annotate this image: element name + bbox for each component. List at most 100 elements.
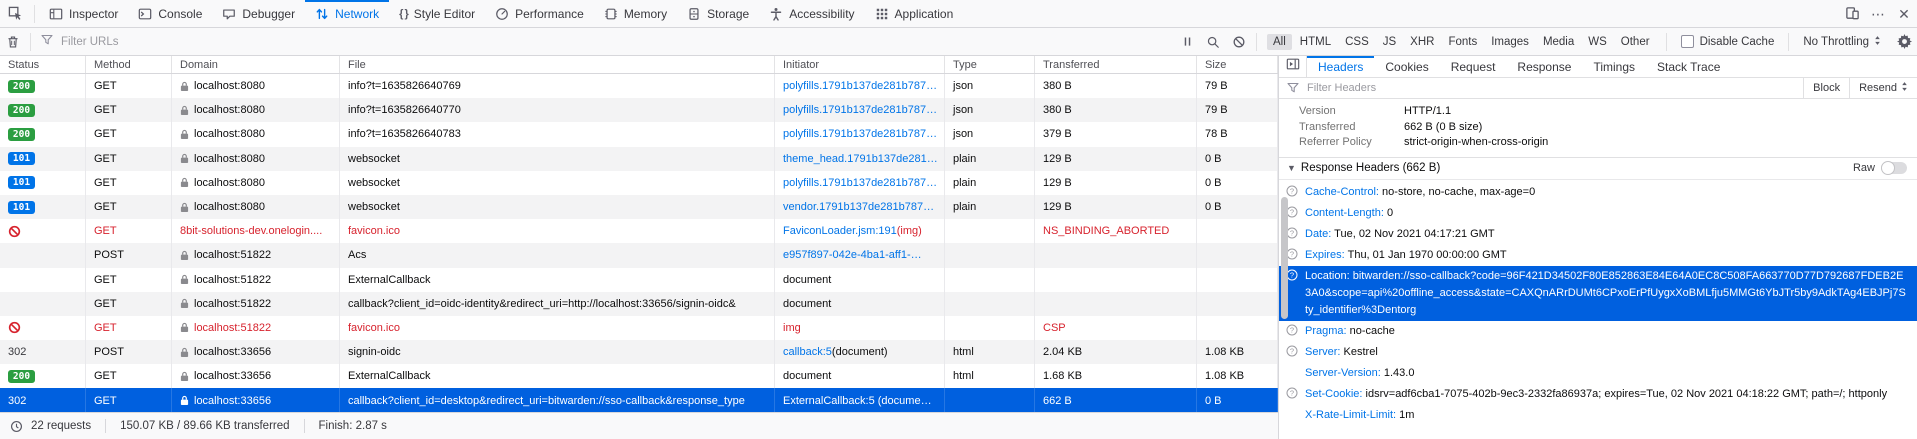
initiator-link[interactable]: theme_head.1791b137de281… bbox=[783, 153, 938, 165]
svg-text:?: ? bbox=[1290, 249, 1294, 258]
initiator-link[interactable]: polyfills.1791b137de281b787… bbox=[783, 128, 937, 140]
tab-debugger[interactable]: Debugger bbox=[212, 0, 305, 27]
request-row[interactable]: POSTlocalhost:51822Acse957f897-042e-4ba1… bbox=[0, 243, 1278, 267]
tab-application[interactable]: Application bbox=[865, 0, 964, 27]
tab-performance[interactable]: Performance bbox=[485, 0, 594, 27]
filter-type-html[interactable]: HTML bbox=[1294, 34, 1337, 50]
detail-tab-stack-trace[interactable]: Stack Trace bbox=[1646, 56, 1731, 77]
raw-toggle[interactable] bbox=[1881, 162, 1907, 174]
initiator-link[interactable]: polyfills.1791b137de281b787… bbox=[783, 177, 937, 189]
header-value: 1m bbox=[1396, 409, 1414, 421]
tab-storage[interactable]: Storage bbox=[677, 0, 759, 27]
response-header-row[interactable]: ?Content-Length: 0 bbox=[1279, 203, 1917, 224]
filter-type-fonts[interactable]: Fonts bbox=[1442, 34, 1483, 50]
request-row[interactable]: 101GETlocalhost:8080websocketpolyfills.1… bbox=[0, 171, 1278, 195]
column-header-size[interactable]: Size bbox=[1197, 56, 1278, 73]
filter-type-ws[interactable]: WS bbox=[1582, 34, 1613, 50]
tab-network[interactable]: Network bbox=[305, 0, 389, 27]
column-header-transferred[interactable]: Transferred bbox=[1035, 56, 1197, 73]
pick-element-button[interactable] bbox=[0, 0, 30, 27]
panel-scrollbar-thumb[interactable] bbox=[1281, 197, 1288, 319]
toolbar-divider bbox=[1788, 33, 1789, 51]
response-header-row[interactable]: Server-Version: 1.43.0 bbox=[1279, 363, 1917, 384]
filter-type-css[interactable]: CSS bbox=[1339, 34, 1375, 50]
detail-tab-response[interactable]: Response bbox=[1506, 56, 1582, 77]
tab-style-editor[interactable]: { }Style Editor bbox=[389, 0, 485, 27]
clear-requests-button[interactable] bbox=[0, 28, 26, 55]
filter-type-other[interactable]: Other bbox=[1615, 34, 1656, 50]
response-header-row[interactable]: ?Date: Tue, 02 Nov 2021 04:17:21 GMT bbox=[1279, 224, 1917, 245]
response-header-row[interactable]: ?Pragma: no-cache bbox=[1279, 321, 1917, 342]
tab-memory[interactable]: Memory bbox=[594, 0, 677, 27]
meatball-menu-button[interactable]: ⋯ bbox=[1865, 0, 1891, 27]
split-console-toggle-button[interactable] bbox=[1279, 56, 1307, 77]
disable-cache-checkbox[interactable]: Disable Cache bbox=[1671, 35, 1785, 48]
help-icon[interactable]: ? bbox=[1286, 185, 1298, 197]
response-header-row[interactable]: ?Expires: Thu, 01 Jan 1970 00:00:00 GMT bbox=[1279, 245, 1917, 266]
request-details-panel: HeadersCookiesRequestResponseTimingsStac… bbox=[1278, 56, 1917, 439]
filter-type-all[interactable]: All bbox=[1267, 34, 1292, 50]
file-cell: favicon.ico bbox=[340, 316, 775, 340]
request-row[interactable]: GETlocalhost:51822favicon.icoimgCSP bbox=[0, 316, 1278, 340]
filter-urls-input[interactable] bbox=[59, 35, 363, 49]
request-row[interactable]: 101GETlocalhost:8080websockettheme_head.… bbox=[0, 147, 1278, 171]
help-icon[interactable]: ? bbox=[1286, 324, 1298, 336]
filter-type-js[interactable]: JS bbox=[1377, 34, 1402, 50]
help-icon[interactable]: ? bbox=[1286, 345, 1298, 357]
detail-tab-headers[interactable]: Headers bbox=[1307, 56, 1374, 77]
trash-icon bbox=[6, 35, 20, 49]
column-header-type[interactable]: Type bbox=[945, 56, 1035, 73]
request-row[interactable]: 200GETlocalhost:8080info?t=1635826640770… bbox=[0, 98, 1278, 122]
column-header-file[interactable]: File bbox=[340, 56, 775, 73]
response-header-row[interactable]: ?Set-Cookie: idsrv=adf6cba1-7075-402b-9e… bbox=[1279, 384, 1917, 405]
response-headers-section-header[interactable]: ▼ Response Headers (662 B) Raw bbox=[1279, 157, 1917, 180]
column-header-initiator[interactable]: Initiator bbox=[775, 56, 945, 73]
request-row[interactable]: GETlocalhost:51822ExternalCallbackdocume… bbox=[0, 268, 1278, 292]
domain-cell: localhost:51822 bbox=[172, 243, 340, 267]
column-header-method[interactable]: Method bbox=[86, 56, 172, 73]
response-header-row[interactable]: ?Location: bitwarden://sso-callback?code… bbox=[1279, 266, 1917, 321]
filter-type-media[interactable]: Media bbox=[1537, 34, 1580, 50]
column-header-domain[interactable]: Domain bbox=[172, 56, 340, 73]
detail-tab-timings[interactable]: Timings bbox=[1582, 56, 1646, 77]
file-cell: info?t=1635826640769 bbox=[340, 74, 775, 98]
filter-headers-input[interactable] bbox=[1305, 81, 1803, 95]
initiator-link[interactable]: polyfills.1791b137de281b787… bbox=[783, 104, 937, 116]
request-row[interactable]: 302POSTlocalhost:33656signin-oidccallbac… bbox=[0, 340, 1278, 364]
request-row[interactable]: 200GETlocalhost:8080info?t=1635826640769… bbox=[0, 74, 1278, 98]
tab-inspector[interactable]: Inspector bbox=[39, 0, 128, 27]
initiator-link[interactable]: callback:5 bbox=[783, 346, 832, 358]
domain-cell: localhost:51822 bbox=[172, 292, 340, 316]
tab-accessibility[interactable]: Accessibility bbox=[759, 0, 864, 27]
help-icon[interactable]: ? bbox=[1286, 387, 1298, 399]
close-devtools-button[interactable]: ✕ bbox=[1891, 0, 1917, 27]
detail-tab-request[interactable]: Request bbox=[1440, 56, 1507, 77]
resend-button[interactable]: Resend bbox=[1849, 78, 1917, 98]
request-row[interactable]: 302GETlocalhost:33656callback?client_id=… bbox=[0, 388, 1278, 412]
initiator-link[interactable]: polyfills.1791b137de281b787… bbox=[783, 80, 937, 92]
request-row[interactable]: GET8bit-solutions-dev.onelogin....favico… bbox=[0, 219, 1278, 243]
responsive-mode-button[interactable] bbox=[1839, 0, 1865, 27]
response-header-row[interactable]: ?Server: Kestrel bbox=[1279, 342, 1917, 363]
response-header-row[interactable]: X-Rate-Limit-Limit: 1m bbox=[1279, 405, 1917, 426]
network-settings-button[interactable] bbox=[1891, 28, 1917, 55]
filter-type-images[interactable]: Images bbox=[1485, 34, 1535, 50]
initiator-link[interactable]: FaviconLoader.jsm:191 bbox=[783, 225, 897, 237]
initiator-link[interactable]: vendor.1791b137de281b787… bbox=[783, 201, 934, 213]
block-requests-button[interactable] bbox=[1226, 28, 1252, 55]
block-url-button[interactable]: Block bbox=[1803, 78, 1849, 98]
request-row[interactable]: 101GETlocalhost:8080websocketvendor.1791… bbox=[0, 195, 1278, 219]
search-button[interactable] bbox=[1200, 28, 1226, 55]
status-cell: 101 bbox=[0, 147, 86, 171]
throttling-select[interactable]: No Throttling bbox=[1793, 35, 1891, 49]
filter-type-xhr[interactable]: XHR bbox=[1404, 34, 1440, 50]
request-row[interactable]: 200GETlocalhost:8080info?t=1635826640783… bbox=[0, 122, 1278, 146]
pause-recording-button[interactable] bbox=[1174, 28, 1200, 55]
tab-console[interactable]: Console bbox=[128, 0, 212, 27]
detail-tab-cookies[interactable]: Cookies bbox=[1374, 56, 1439, 77]
request-row[interactable]: 200GETlocalhost:33656ExternalCallbackdoc… bbox=[0, 364, 1278, 388]
initiator-link[interactable]: e957f897-042e-4ba1-aff1-… bbox=[783, 249, 922, 261]
response-header-row[interactable]: ?Cache-Control: no-store, no-cache, max-… bbox=[1279, 182, 1917, 203]
column-header-status[interactable]: Status bbox=[0, 56, 86, 73]
request-row[interactable]: GETlocalhost:51822callback?client_id=oid… bbox=[0, 292, 1278, 316]
